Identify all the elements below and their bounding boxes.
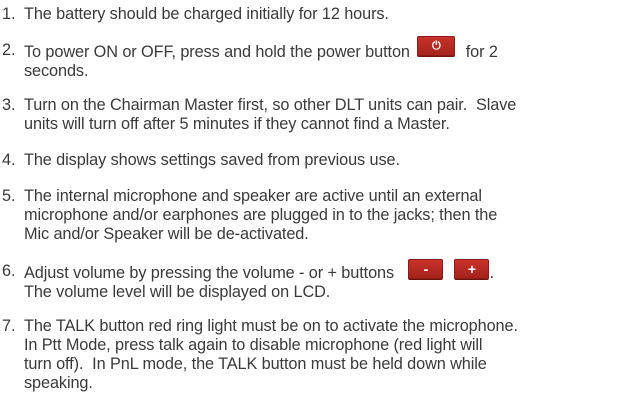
item-text: The volume level will be displayed on LC… (24, 283, 331, 301)
item-text: To power ON or OFF, press and hold the p… (24, 43, 410, 61)
item-text: Turn on the Chairman Master first, so ot… (24, 96, 517, 114)
item-text: The battery should be charged initially … (24, 5, 389, 23)
item-text: . (489, 264, 494, 282)
list-item: 1. The battery should be charged initial… (2, 5, 389, 24)
list-item: 6. Adjust volume by pressing the volume … (2, 259, 494, 302)
item-number: 6. (2, 262, 16, 280)
item-number: 2. (2, 41, 16, 59)
list-item: 7. The TALK button red ring light must b… (2, 317, 518, 393)
item-text-line: Adjust volume by pressing the volume - o… (24, 259, 494, 283)
item-text-line: To power ON or OFF, press and hold the p… (24, 36, 498, 62)
item-text: Mic and/or Speaker will be de-activated. (24, 225, 309, 243)
item-text: for 2 (465, 43, 498, 61)
minus-icon: - (423, 261, 429, 277)
volume-plus-button-icon: + (454, 259, 490, 279)
list-item: 2. To power ON or OFF, press and hold th… (2, 36, 498, 81)
item-text: In Ptt Mode, press talk again to disable… (24, 336, 483, 354)
list-item: 3. Turn on the Chairman Master first, so… (2, 96, 516, 134)
item-text: units will turn off after 5 minutes if t… (24, 115, 450, 133)
list-item: 5. The internal microphone and speaker a… (2, 187, 497, 244)
item-text: seconds. (24, 62, 89, 80)
item-text: microphone and/or earphones are plugged … (24, 206, 498, 224)
power-button-icon: ⏻ (417, 36, 456, 56)
power-icon: ⏻ (431, 40, 441, 52)
item-number: 5. (2, 187, 16, 205)
item-number: 1. (2, 5, 16, 23)
item-text: The internal microphone and speaker are … (24, 187, 482, 205)
list-item: 4. The display shows settings saved from… (2, 151, 400, 170)
item-number: 3. (2, 96, 16, 114)
item-number: 7. (2, 317, 16, 335)
plus-icon: + (467, 261, 476, 277)
item-text: The display shows settings saved from pr… (24, 151, 400, 169)
instructions-page: { "items": [ { "num": "1.", "text": "The… (0, 0, 630, 410)
item-text: turn off). In PnL mode, the TALK button … (24, 355, 487, 373)
item-text: speaking. (24, 374, 93, 392)
item-text: Adjust volume by pressing the volume - o… (24, 264, 395, 282)
item-text: The TALK button red ring light must be o… (24, 317, 518, 335)
item-number: 4. (2, 151, 16, 169)
volume-minus-button-icon: - (408, 259, 444, 279)
